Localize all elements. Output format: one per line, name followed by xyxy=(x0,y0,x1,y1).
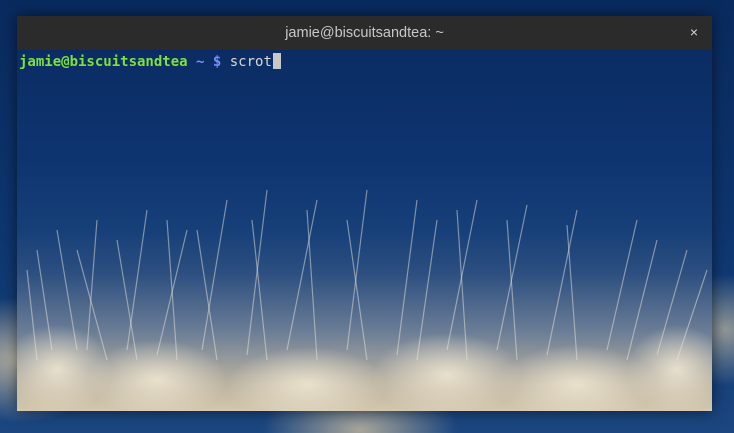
prompt-line[interactable]: jamie@biscuitsandtea ~ $ scrot xyxy=(19,52,281,72)
window-title: jamie@biscuitsandtea: ~ xyxy=(285,25,444,41)
terminal-area[interactable]: jamie@biscuitsandtea ~ $ scrot xyxy=(17,50,712,411)
window-titlebar[interactable]: jamie@biscuitsandtea: ~ × xyxy=(17,16,712,50)
prompt-path: ~ $ xyxy=(196,54,222,70)
command-input[interactable]: scrot xyxy=(230,54,272,70)
terminal-window[interactable]: jamie@biscuitsandtea: ~ × jamie@biscuits… xyxy=(17,16,712,411)
wallpaper-feathers xyxy=(17,189,712,411)
block-cursor xyxy=(272,53,281,69)
prompt-separator xyxy=(188,54,196,70)
close-button[interactable]: × xyxy=(686,24,702,40)
close-icon: × xyxy=(689,24,699,40)
prompt-user-host: jamie@biscuitsandtea xyxy=(19,54,188,70)
